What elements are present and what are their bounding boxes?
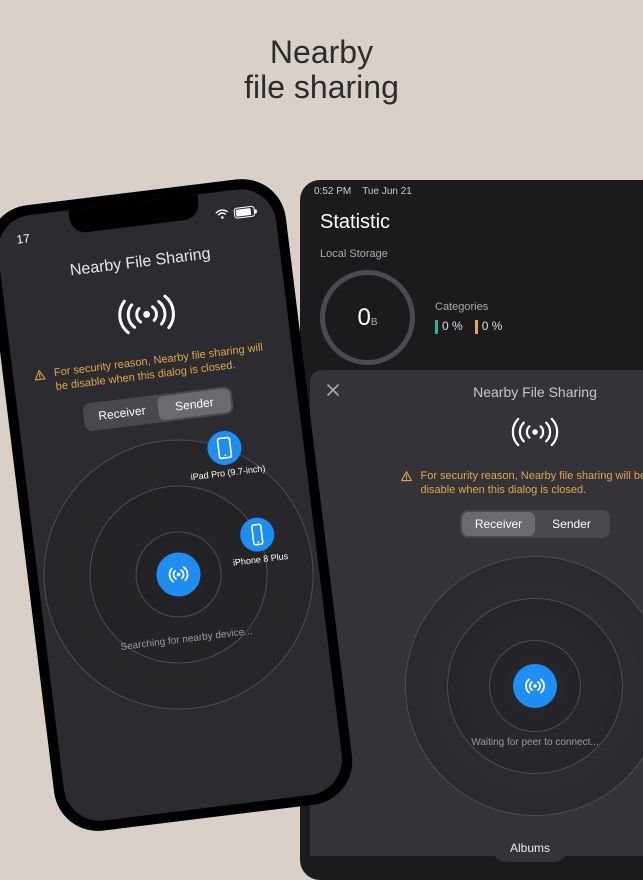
segment-receiver[interactable]: Receiver (462, 512, 535, 536)
categories-label: Categories (435, 301, 502, 313)
pct2: 0 % (482, 319, 503, 333)
wifi-icon (214, 209, 229, 221)
nearby-sharing-modal: Nearby File Sharing For (310, 370, 643, 856)
segment-receiver[interactable]: Receiver (84, 396, 159, 429)
warning-text: For security reason, Nearby file sharing… (421, 469, 643, 498)
device-ipad-pro[interactable]: iPad Pro (9.7-inch) (186, 426, 266, 482)
categories-percent-row: 0 % 0 % (435, 319, 502, 334)
battery-icon (233, 205, 255, 218)
iphone-time: 17 (16, 231, 31, 247)
security-warning: For security reason, Nearby file sharing… (326, 469, 643, 498)
statistic-title: Statistic (300, 203, 643, 248)
heading-line2: file sharing (0, 70, 643, 105)
segment-sender[interactable]: Sender (535, 512, 608, 536)
radar-area: iPad Pro (9.7-inch) iPhone 8 Plus Search… (28, 424, 329, 725)
segment-sender[interactable]: Sender (157, 388, 232, 421)
local-storage-label: Local Storage (300, 248, 643, 270)
radar-core-button[interactable] (513, 664, 557, 708)
promo-heading: Nearby file sharing (0, 0, 643, 105)
device-iphone-8-plus[interactable]: iPhone 8 Plus (228, 514, 289, 567)
mode-segmented-control[interactable]: Receiver Sender (82, 385, 234, 431)
ipad-time: 0:52 PM (314, 186, 351, 197)
close-icon[interactable] (326, 383, 340, 402)
pct1: 0 % (442, 319, 463, 333)
categories-block: Categories 0 % 0 % (435, 301, 502, 334)
storage-gauge: 0 B (320, 270, 415, 365)
radar-area: Waiting for peer to connect... (405, 556, 643, 816)
modal-title: Nearby File Sharing (326, 384, 643, 400)
broadcast-small-icon (523, 674, 547, 698)
broadcast-small-icon (165, 561, 192, 588)
iphone-screen: 17 Nearby File Sharing (0, 185, 346, 825)
mode-segmented-control[interactable]: Receiver Sender (460, 510, 610, 538)
tablet-icon (216, 436, 235, 460)
ipad-date: Tue Jun 21 (362, 186, 412, 197)
warning-triangle-icon (32, 368, 46, 382)
phone-icon (249, 522, 266, 546)
warning-triangle-icon (400, 470, 413, 483)
ipad-status-bar: 0:52 PM Tue Jun 21 ••• (300, 180, 643, 203)
gauge-value: 0 (357, 304, 370, 332)
radar-status-text: Waiting for peer to connect... (471, 737, 598, 748)
ipad-device-frame: 0:52 PM Tue Jun 21 ••• Statistic Local S… (300, 180, 643, 880)
storage-gauge-area: 0 B Categories 0 % 0 % (300, 270, 643, 385)
heading-line1: Nearby (0, 35, 643, 70)
modal-header: Nearby File Sharing (326, 384, 643, 400)
broadcast-icon (326, 412, 643, 457)
gauge-unit: B (371, 317, 378, 328)
